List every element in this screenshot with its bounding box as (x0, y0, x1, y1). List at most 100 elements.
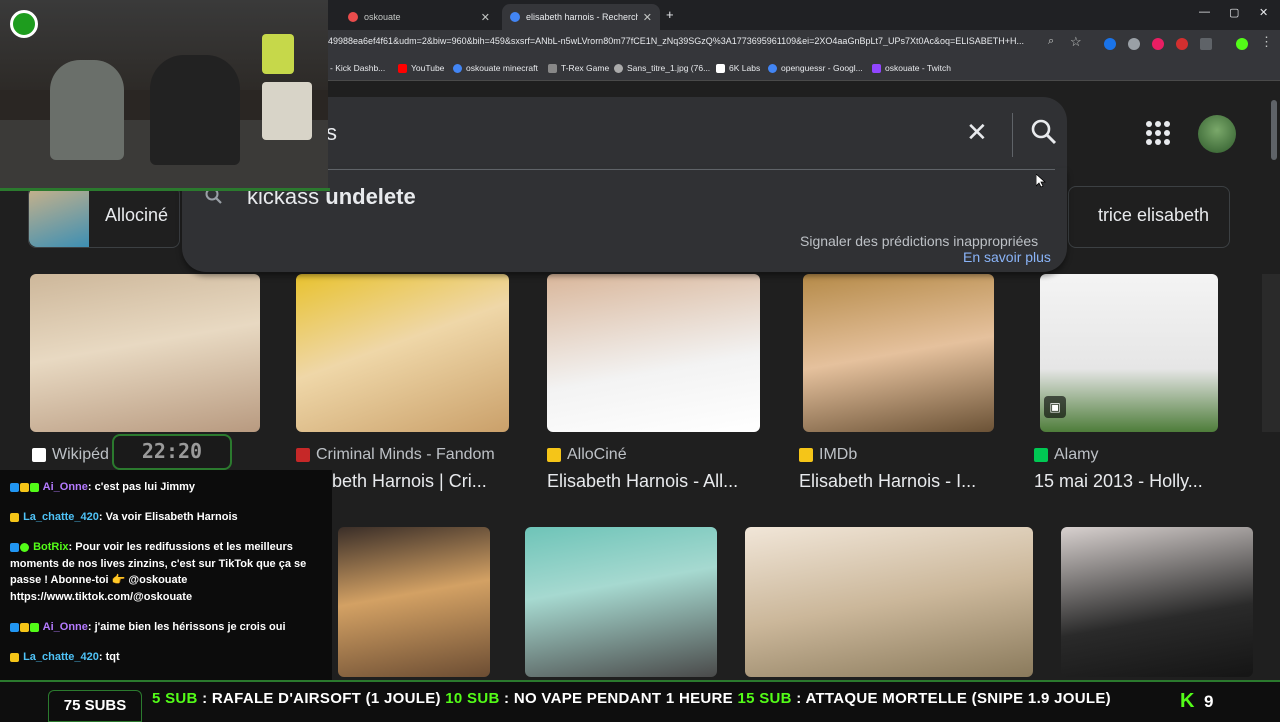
badge-icon (10, 622, 19, 632)
badge-icon (10, 542, 19, 552)
globe-icon (614, 63, 623, 73)
search-divider (1012, 113, 1013, 157)
close-tab-icon[interactable]: ✕ (643, 11, 652, 24)
tab-label: elisabeth harnois - Recherche G (526, 12, 638, 22)
menu-dots-icon[interactable]: ⋮ (1260, 34, 1273, 50)
image-badge-icon: ▣ (1044, 396, 1066, 418)
crown-icon (10, 652, 19, 662)
profile-avatar[interactable] (1236, 38, 1248, 50)
badge-icon (30, 622, 39, 632)
clear-search-icon[interactable]: ✕ (966, 117, 988, 148)
chip-label: trice elisabeth (1097, 205, 1209, 225)
bot-icon (20, 542, 29, 552)
result-image-partial[interactable] (1262, 274, 1280, 432)
zoom-search-icon[interactable]: ⌕ (1048, 35, 1054, 48)
google-icon (453, 63, 462, 73)
result-source[interactable]: Alamy (1034, 446, 1098, 464)
result-title[interactable]: Elisabeth Harnois - I... (799, 471, 999, 492)
result-image-7[interactable] (525, 527, 717, 677)
youtube-icon (398, 63, 407, 73)
webcam-person-right (150, 55, 240, 165)
maximize-button[interactable]: ▢ (1229, 6, 1239, 19)
result-image-8[interactable] (745, 527, 1033, 677)
result-image-6[interactable] (338, 527, 490, 677)
bookmark-twitch[interactable]: oskouate - Twitch (872, 63, 951, 73)
extensions-puzzle-icon[interactable] (1200, 38, 1212, 50)
viewer-count: 9 (1204, 692, 1214, 711)
chat-message: La_chatte_420: Va voir Elisabeth Harnois (10, 509, 328, 526)
badge-icon (30, 482, 39, 492)
result-title[interactable]: beth Harnois | Cri... (332, 471, 510, 492)
chip-thumbnail (29, 187, 89, 247)
chat-message: La_chatte_420: tqt (10, 649, 328, 666)
chat-message: Ai_Onne: j'aime bien les hérissons je cr… (10, 619, 328, 636)
bookmark-trex[interactable]: T-Rex Game (548, 63, 609, 73)
6k-icon (716, 63, 725, 73)
bookmark-openguessr[interactable]: openguessr - Googl... (768, 63, 863, 73)
bookmark-6klabs[interactable]: 6K Labs (716, 63, 760, 73)
bookmark-kick[interactable]: - Kick Dashb... (330, 63, 385, 73)
apps-grid-icon[interactable] (1146, 121, 1170, 145)
extension-icon[interactable] (1128, 38, 1140, 50)
tab-favicon-icon (348, 12, 358, 22)
chat-message: Ai_Onne: c'est pas lui Jimmy (10, 479, 328, 496)
webcam-overlay (0, 0, 328, 190)
result-source[interactable]: AlloCiné (547, 446, 627, 464)
chip-label: Allociné (105, 205, 169, 225)
result-image-2[interactable] (296, 274, 509, 432)
report-predictions-link[interactable]: Signaler des prédictions inappropriées (800, 233, 1038, 249)
subs-counter: 75 SUBS (48, 690, 142, 722)
bookmark-youtube[interactable]: YouTube (398, 63, 444, 73)
result-image-3[interactable] (547, 274, 760, 432)
result-title[interactable]: Elisabeth Harnois - All... (547, 471, 762, 492)
stream-clock: 22:20 (112, 434, 232, 470)
search-submit-icon[interactable] (1030, 118, 1058, 146)
address-bar[interactable]: 49988ea6ef4f61&udm=2&biw=960&bih=459&sxs… (328, 36, 1038, 46)
bookmark-sans-titre[interactable]: Sans_titre_1.jpg (76... (614, 63, 710, 73)
close-window-button[interactable]: ✕ (1259, 6, 1268, 19)
badge-icon (10, 482, 19, 492)
webcam-border (0, 188, 330, 191)
tab-google-search[interactable]: elisabeth harnois - Recherche G ✕ (502, 4, 660, 30)
webcam-object (262, 34, 294, 74)
result-source[interactable]: Criminal Minds - Fandom (296, 446, 495, 464)
minimize-button[interactable]: — (1199, 6, 1210, 18)
google-icon (768, 63, 777, 73)
result-image-4[interactable] (803, 274, 994, 432)
account-avatar[interactable] (1198, 115, 1236, 153)
kick-logo-icon: K (1180, 690, 1195, 712)
chip-actrice[interactable]: trice elisabeth (1068, 186, 1230, 248)
chat-message: BotRix: Pour voir les redifussions et le… (10, 541, 307, 603)
close-tab-icon[interactable]: ✕ (481, 11, 490, 24)
bookmark-minecraft[interactable]: oskouate minecraft (453, 63, 538, 73)
tab-label: oskouate (364, 12, 401, 22)
result-image-1[interactable] (30, 274, 260, 432)
extension-icon[interactable] (1152, 38, 1164, 50)
result-title[interactable]: 15 mai 2013 - Holly... (1034, 471, 1224, 492)
adblock-icon[interactable] (1176, 38, 1188, 50)
result-image-9[interactable] (1061, 527, 1253, 677)
result-image-5[interactable]: ▣ (1040, 274, 1218, 432)
new-tab-button[interactable]: + (666, 7, 674, 22)
alamy-icon (1034, 448, 1048, 462)
webcam-person-left (50, 60, 124, 160)
fandom-icon (296, 448, 310, 462)
webcam-sign (262, 82, 312, 140)
bookmark-star-icon[interactable]: ☆ (1070, 34, 1082, 50)
page-scrollbar[interactable] (1271, 100, 1277, 160)
google-favicon-icon (510, 12, 520, 22)
allocine-icon (547, 448, 561, 462)
crown-icon (10, 512, 19, 522)
crown-icon (20, 622, 29, 632)
subs-goals-ticker: 5 SUB : RAFALE D'AIRSOFT (1 JOULE) 10 SU… (152, 690, 1111, 707)
extension-icon[interactable] (1104, 38, 1116, 50)
result-source[interactable]: Wikipéd (32, 446, 109, 464)
learn-more-link[interactable]: En savoir plus (963, 249, 1051, 265)
dino-icon (548, 63, 557, 73)
result-source[interactable]: IMDb (799, 446, 857, 464)
mouse-cursor-icon (1035, 173, 1047, 188)
tab-oskouate[interactable]: oskouate ✕ (340, 4, 498, 30)
twitch-icon (872, 63, 881, 73)
wikipedia-icon (32, 448, 46, 462)
chip-allocine[interactable]: Allociné (28, 186, 180, 248)
